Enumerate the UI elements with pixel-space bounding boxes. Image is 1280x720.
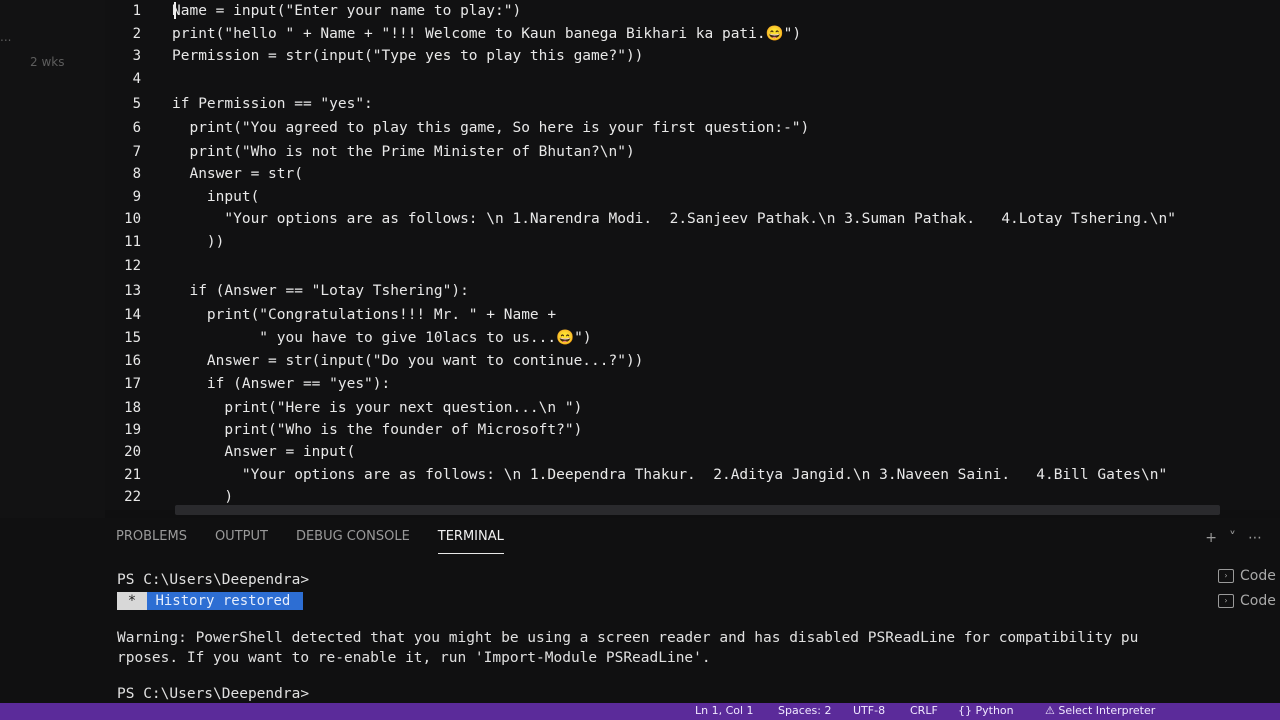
line-number: 4 — [132, 71, 141, 87]
panel-tabs: PROBLEMS OUTPUT DEBUG CONSOLE TERMINAL — [116, 523, 504, 554]
terminal-warning: rposes. If you want to re-enable it, run… — [117, 650, 711, 666]
status-bar: Ln 1, Col 1 Spaces: 2 UTF-8 CRLF {} Pyth… — [0, 703, 1280, 720]
line-number: 3 — [132, 48, 141, 64]
code-line[interactable]: 10 "Your options are as follows: \n 1.Na… — [105, 208, 1265, 230]
line-number: 11 — [124, 234, 141, 250]
code-text: if Permission == "yes": — [172, 96, 373, 112]
line-number: 12 — [124, 258, 141, 274]
left-sidebar: ... 2 wks — [0, 0, 105, 520]
code-text: print("hello " + Name + "!!! Welcome to … — [172, 26, 802, 42]
terminal-session[interactable]: › Code — [1218, 588, 1276, 613]
status-interpreter[interactable]: ⚠ Select Interpreter — [1045, 704, 1155, 717]
code-line[interactable]: 5 if Permission == "yes": — [105, 93, 1265, 115]
code-text: input( — [172, 189, 260, 205]
line-number: 1 — [132, 3, 141, 19]
line-number: 13 — [124, 283, 141, 299]
line-number: 2 — [132, 26, 141, 42]
code-line[interactable]: 6 print("You agreed to play this game, S… — [105, 117, 1265, 139]
terminal-warning: Warning: PowerShell detected that you mi… — [117, 630, 1139, 646]
terminal-prompt[interactable]: PS C:\Users\Deependra> — [117, 686, 309, 702]
code-line[interactable]: 16 Answer = str(input("Do you want to co… — [105, 350, 1265, 372]
line-number: 10 — [124, 211, 141, 227]
code-text: if (Answer == "Lotay Tshering"): — [172, 283, 469, 299]
line-number: 6 — [132, 120, 141, 136]
code-line[interactable]: 13 if (Answer == "Lotay Tshering"): — [105, 280, 1265, 302]
code-text: " you have to give 10lacs to us...😄") — [172, 330, 592, 346]
code-text: "Your options are as follows: \n 1.Deepe… — [172, 467, 1168, 483]
code-editor[interactable]: 1 Name = input("Enter your name to play:"… — [105, 0, 1280, 510]
code-line[interactable]: 8 Answer = str( — [105, 163, 1265, 185]
code-text: print("Who is the founder of Microsoft?"… — [172, 422, 583, 438]
code-text: if (Answer == "yes"): — [172, 376, 391, 392]
sidebar-token: ... — [0, 30, 12, 44]
line-number: 17 — [124, 376, 141, 392]
tab-problems[interactable]: PROBLEMS — [116, 523, 187, 553]
line-number: 15 — [124, 330, 141, 346]
code-text: Answer = input( — [172, 444, 356, 460]
code-line[interactable]: 21 "Your options are as follows: \n 1.De… — [105, 464, 1265, 486]
code-line[interactable]: 4 — [105, 68, 1265, 90]
code-text: print("Who is not the Prime Minister of … — [172, 144, 635, 160]
terminal-session-label: Code — [1240, 567, 1276, 584]
code-line[interactable]: 15 " you have to give 10lacs to us...😄") — [105, 327, 1265, 349]
tab-output[interactable]: OUTPUT — [215, 523, 268, 553]
code-line[interactable]: 18 print("Here is your next question...\… — [105, 397, 1265, 419]
horizontal-scrollbar[interactable] — [175, 505, 1220, 515]
code-line[interactable]: 9 input( — [105, 186, 1265, 208]
line-number: 9 — [132, 189, 141, 205]
sidebar-token: 2 wks — [30, 55, 65, 69]
code-line[interactable]: 1 Name = input("Enter your name to play:"… — [105, 0, 1265, 22]
line-number: 21 — [124, 467, 141, 483]
line-number: 22 — [124, 489, 141, 505]
tab-debug-console[interactable]: DEBUG CONSOLE — [296, 523, 410, 553]
chevron-down-icon[interactable]: ˅ — [1229, 530, 1236, 546]
code-line[interactable]: 2 print("hello " + Name + "!!! Welcome to… — [105, 23, 1265, 45]
status-line-col[interactable]: Ln 1, Col 1 — [695, 704, 754, 717]
code-line[interactable]: 19 print("Who is the founder of Microsof… — [105, 419, 1265, 441]
history-text: History restored — [155, 593, 291, 609]
code-line[interactable]: 17 if (Answer == "yes"): — [105, 373, 1265, 395]
terminal-icon: › — [1218, 593, 1234, 608]
code-line[interactable]: 11 )) — [105, 231, 1265, 253]
terminal-prompt: PS C:\Users\Deependra> — [117, 572, 310, 588]
code-text: print("Here is your next question...\n "… — [172, 400, 583, 416]
code-line[interactable]: 3 Permission = str(input("Type yes to pla… — [105, 45, 1265, 67]
history-restored-badge: * History restored — [117, 592, 303, 610]
terminal-session[interactable]: › Code — [1218, 563, 1276, 588]
code-text: Answer = str(input("Do you want to conti… — [172, 353, 644, 369]
more-icon[interactable]: ⋯ — [1248, 530, 1262, 546]
line-number: 19 — [124, 422, 141, 438]
code-text: Name = input("Enter your name to play:") — [172, 3, 522, 19]
code-text: )) — [172, 234, 225, 250]
line-number: 8 — [132, 166, 141, 182]
code-line[interactable]: 14 print("Congratulations!!! Mr. " + Nam… — [105, 304, 1265, 326]
line-number: 14 — [124, 307, 141, 323]
status-language[interactable]: {} Python — [958, 704, 1014, 717]
line-number: 16 — [124, 353, 141, 369]
code-text: Permission = str(input("Type yes to play… — [172, 48, 644, 64]
code-text: print("Congratulations!!! Mr. " + Name + — [172, 307, 557, 323]
bottom-panel: PROBLEMS OUTPUT DEBUG CONSOLE TERMINAL +… — [0, 518, 1280, 703]
code-line[interactable]: 20 Answer = input( — [105, 441, 1265, 463]
line-number: 7 — [132, 144, 141, 160]
code-line[interactable]: 12 — [105, 255, 1265, 277]
line-number: 18 — [124, 400, 141, 416]
tab-terminal[interactable]: TERMINAL — [437, 523, 504, 554]
line-number: 5 — [132, 96, 141, 112]
status-spaces[interactable]: Spaces: 2 — [778, 704, 831, 717]
terminal-session-label: Code — [1240, 592, 1276, 609]
new-terminal-icon[interactable]: + — [1205, 530, 1217, 546]
panel-actions: + ˅ ⋯ — [1205, 530, 1262, 546]
history-star: * — [117, 592, 147, 610]
status-eol[interactable]: CRLF — [910, 704, 938, 717]
terminal-session-list: › Code › Code — [1218, 563, 1276, 613]
code-line[interactable]: 7 print("Who is not the Prime Minister o… — [105, 141, 1265, 163]
code-text: Answer = str( — [172, 166, 303, 182]
line-number: 20 — [124, 444, 141, 460]
status-encoding[interactable]: UTF-8 — [853, 704, 885, 717]
code-text: "Your options are as follows: \n 1.Naren… — [172, 211, 1176, 227]
terminal-icon: › — [1218, 568, 1234, 583]
code-text: print("You agreed to play this game, So … — [172, 120, 810, 136]
